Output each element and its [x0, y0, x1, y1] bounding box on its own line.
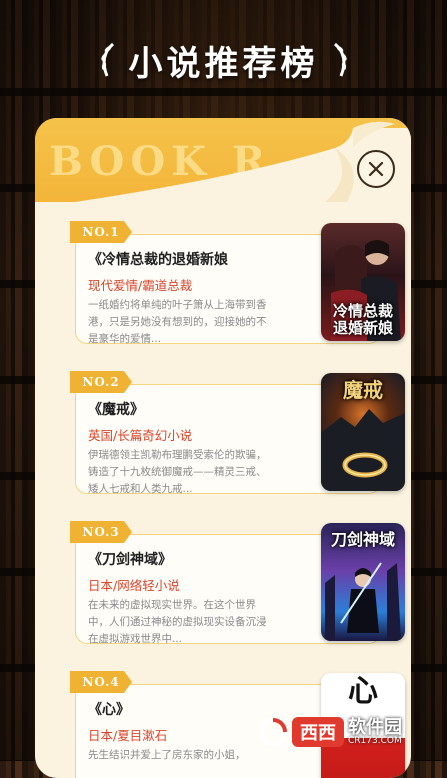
- laurel-left-icon: [100, 42, 114, 77]
- book-genre: 日本/网络轻小说: [88, 578, 180, 593]
- rank-label: NO.2: [82, 375, 120, 389]
- cover-title: 魔戒: [343, 378, 383, 402]
- page-header: 小说推荐榜: [0, 30, 447, 90]
- page-curl-decoration: [75, 121, 411, 202]
- page-title: 小说推荐榜: [128, 43, 319, 84]
- rank-label: NO.1: [82, 225, 120, 239]
- watermark-badge: 西西: [292, 717, 344, 747]
- book-genre: 英国/长篇奇幻小说: [88, 428, 193, 443]
- laurel-right-icon: [333, 42, 347, 77]
- book-title: 《心》: [88, 702, 130, 718]
- book-title: 《冷情总裁的退婚新娘: [88, 252, 228, 268]
- book-cover[interactable]: 冷情总裁 退婚新娘: [321, 223, 405, 341]
- watermark-logo-icon: [259, 718, 287, 746]
- cover-title: 心: [348, 674, 378, 709]
- close-button[interactable]: [357, 150, 395, 188]
- rank-label: NO.4: [82, 675, 120, 689]
- book-description: 一纸婚约将单纯的叶子箫从上海带到香港，只是另她没有想到的，迎接她的不是豪华的爱情…: [88, 299, 267, 345]
- rank-label: NO.3: [82, 525, 120, 539]
- close-icon: [368, 161, 384, 177]
- book-genre: 日本/夏目漱石: [88, 728, 168, 743]
- book-genre: 现代爱情/霸道总裁: [88, 278, 193, 293]
- book-title: 《刀剑神域》: [88, 552, 172, 568]
- panel-banner: BOOK R: [35, 118, 411, 202]
- cover-title: 冷情总裁 退婚新娘: [332, 302, 393, 338]
- watermark-name: 软件园: [348, 716, 402, 738]
- book-card-2[interactable]: NO.2 《魔戒》 英国/长篇奇幻小说 伊瑞德领主凯勒布理鹏受索伦的欺骗，铸造了…: [70, 371, 405, 495]
- book-cover[interactable]: 魔戒: [321, 373, 405, 491]
- book-title: 《魔戒》: [88, 402, 144, 418]
- book-card-1[interactable]: NO.1 《冷情总裁的退婚新娘 现代爱情/霸道总裁 一纸婚约将单纯的叶子箫从上海…: [70, 221, 405, 345]
- book-description: 在未来的虚拟现实世界。在这个世界中，人们通过神秘的虚拟现实设备沉浸在虚拟游戏世界…: [88, 599, 267, 645]
- watermark-url: CR173.COM: [348, 735, 402, 746]
- book-cover[interactable]: 刀剑神域: [321, 523, 405, 641]
- book-card-3[interactable]: NO.3 《刀剑神域》 日本/网络轻小说 在未来的虚拟现实世界。在这个世界中，人…: [70, 521, 405, 645]
- book-description: 先生结识并爱上了房东家的小姐，: [88, 749, 246, 761]
- cover-title: 刀剑神域: [330, 530, 395, 549]
- ranking-panel: BOOK R NO.1 《冷情总裁的退婚新娘 现代爱情/霸道总裁 一纸婚约将单纯…: [35, 118, 411, 778]
- book-description: 伊瑞德领主凯勒布理鹏受索伦的欺骗，铸造了十九枚统御魔戒——精灵三戒、矮人七戒和人…: [88, 449, 267, 495]
- site-watermark: 西西 软件园 CR173.COM: [258, 712, 438, 752]
